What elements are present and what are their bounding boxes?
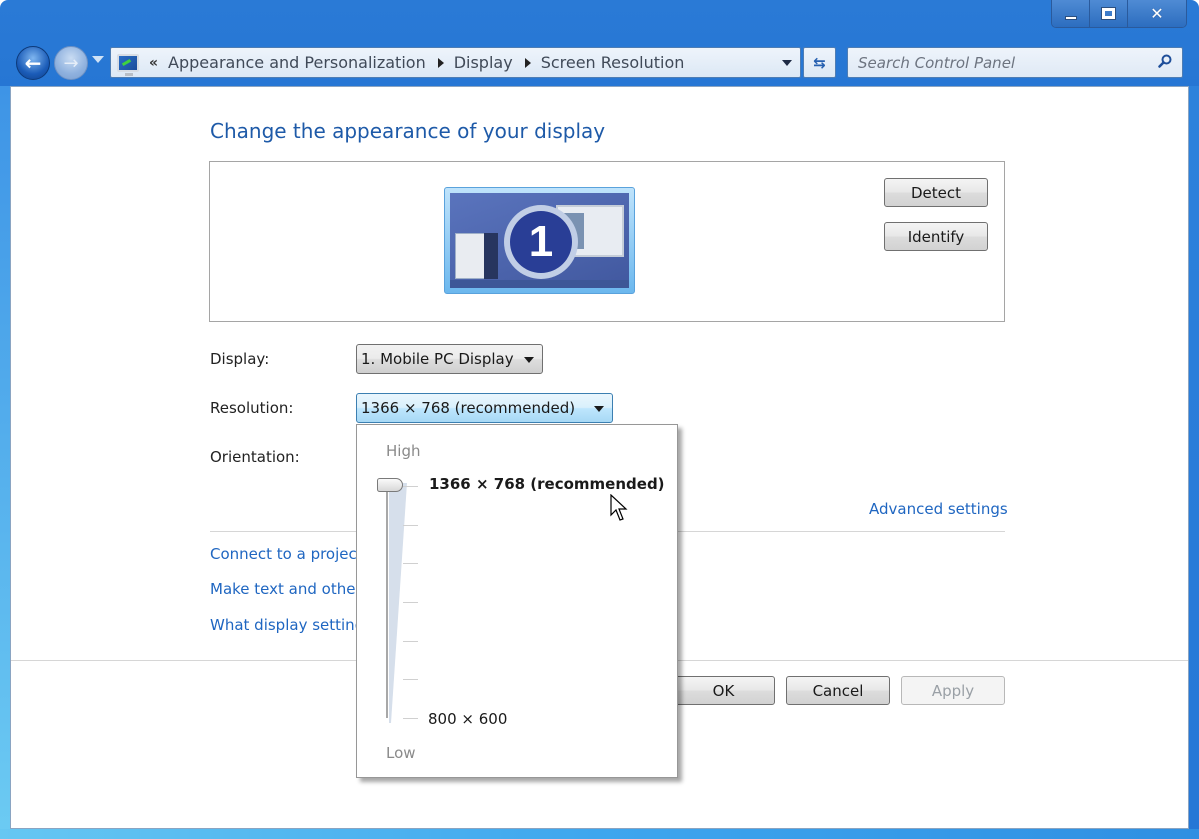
monitor-1-thumbnail[interactable]: 1 bbox=[444, 187, 635, 294]
maximize-icon bbox=[1102, 8, 1115, 19]
refresh-button[interactable]: ⇆ bbox=[803, 47, 836, 78]
search-input[interactable] bbox=[858, 53, 1148, 72]
minimize-button[interactable] bbox=[1052, 0, 1090, 27]
slider-track[interactable] bbox=[386, 488, 388, 718]
slider-thumb[interactable] bbox=[377, 478, 403, 492]
slider-tick bbox=[403, 486, 418, 487]
breadcrumb-separator-icon[interactable] bbox=[524, 57, 531, 68]
breadcrumb-screen-resolution[interactable]: Screen Resolution bbox=[541, 53, 685, 72]
close-icon: ✕ bbox=[1150, 4, 1164, 23]
display-select-value: 1. Mobile PC Display bbox=[361, 350, 514, 368]
slider-tick bbox=[403, 563, 418, 565]
connect-projector-link[interactable]: Connect to a projector bbox=[210, 545, 378, 563]
cancel-button[interactable]: Cancel bbox=[786, 676, 890, 705]
window-border-right bbox=[1189, 86, 1199, 839]
mouse-pointer-icon bbox=[610, 494, 628, 521]
resolution-label: Resolution: bbox=[210, 399, 294, 417]
control-panel-display-icon bbox=[117, 53, 139, 76]
search-box[interactable] bbox=[847, 47, 1183, 78]
ok-button[interactable]: OK bbox=[672, 676, 775, 705]
refresh-icon: ⇆ bbox=[813, 53, 826, 72]
slider-tick bbox=[403, 524, 418, 526]
advanced-settings-link[interactable]: Advanced settings bbox=[869, 500, 1008, 518]
page-title: Change the appearance of your display bbox=[210, 119, 606, 143]
address-history-dropdown[interactable] bbox=[774, 48, 800, 77]
min-resolution-label: 800 × 600 bbox=[428, 710, 508, 728]
monitor-taskbar-graphic bbox=[450, 280, 629, 288]
resolution-slider-popup: High 1366 × 768 (recommended) 800 × 600 … bbox=[356, 424, 678, 778]
monitor-screen: 1 bbox=[450, 193, 629, 288]
apply-button[interactable]: Apply bbox=[901, 676, 1005, 705]
breadcrumb-display[interactable]: Display bbox=[454, 53, 513, 72]
high-label: High bbox=[386, 442, 421, 460]
breadcrumb-appearance[interactable]: Appearance and Personalization bbox=[168, 53, 426, 72]
monitor-start-menu-panel bbox=[484, 233, 498, 279]
forward-button[interactable]: → bbox=[54, 46, 88, 80]
arrow-left-icon: ← bbox=[24, 51, 42, 75]
resolution-select-value: 1366 × 768 (recommended) bbox=[361, 399, 576, 417]
breadcrumb-separator-icon[interactable] bbox=[437, 57, 444, 68]
slider-tick bbox=[403, 679, 418, 681]
back-button[interactable]: ← bbox=[16, 46, 50, 80]
detect-button[interactable]: Detect bbox=[884, 178, 988, 207]
slider-wedge bbox=[389, 483, 407, 723]
max-resolution-label: 1366 × 768 (recommended) bbox=[429, 475, 665, 493]
chevron-down-icon bbox=[524, 357, 534, 363]
maximize-button[interactable] bbox=[1090, 0, 1128, 27]
address-bar[interactable]: « Appearance and Personalization Display… bbox=[110, 47, 801, 78]
orientation-label: Orientation: bbox=[210, 448, 300, 466]
breadcrumb-overflow-chevron[interactable]: « bbox=[149, 55, 158, 71]
close-button[interactable]: ✕ bbox=[1128, 0, 1186, 27]
caption-buttons: ✕ bbox=[1051, 0, 1187, 28]
monitor-number-badge: 1 bbox=[504, 205, 578, 279]
arrow-right-icon: → bbox=[63, 52, 79, 74]
display-select[interactable]: 1. Mobile PC Display bbox=[356, 344, 543, 374]
resolution-select[interactable]: 1366 × 768 (recommended) bbox=[356, 393, 613, 423]
display-label: Display: bbox=[210, 350, 270, 368]
minimize-icon bbox=[1064, 15, 1077, 20]
window-border-bottom bbox=[0, 829, 1199, 839]
search-icon[interactable] bbox=[1158, 54, 1172, 68]
low-label: Low bbox=[386, 744, 416, 762]
window-border-left bbox=[0, 86, 10, 839]
slider-tick bbox=[403, 640, 418, 642]
slider-tick bbox=[403, 718, 418, 719]
recent-pages-dropdown[interactable] bbox=[92, 56, 104, 63]
identify-button[interactable]: Identify bbox=[884, 222, 988, 251]
chevron-down-icon bbox=[594, 406, 604, 412]
slider-tick bbox=[403, 602, 418, 603]
chevron-down-icon bbox=[782, 59, 792, 66]
